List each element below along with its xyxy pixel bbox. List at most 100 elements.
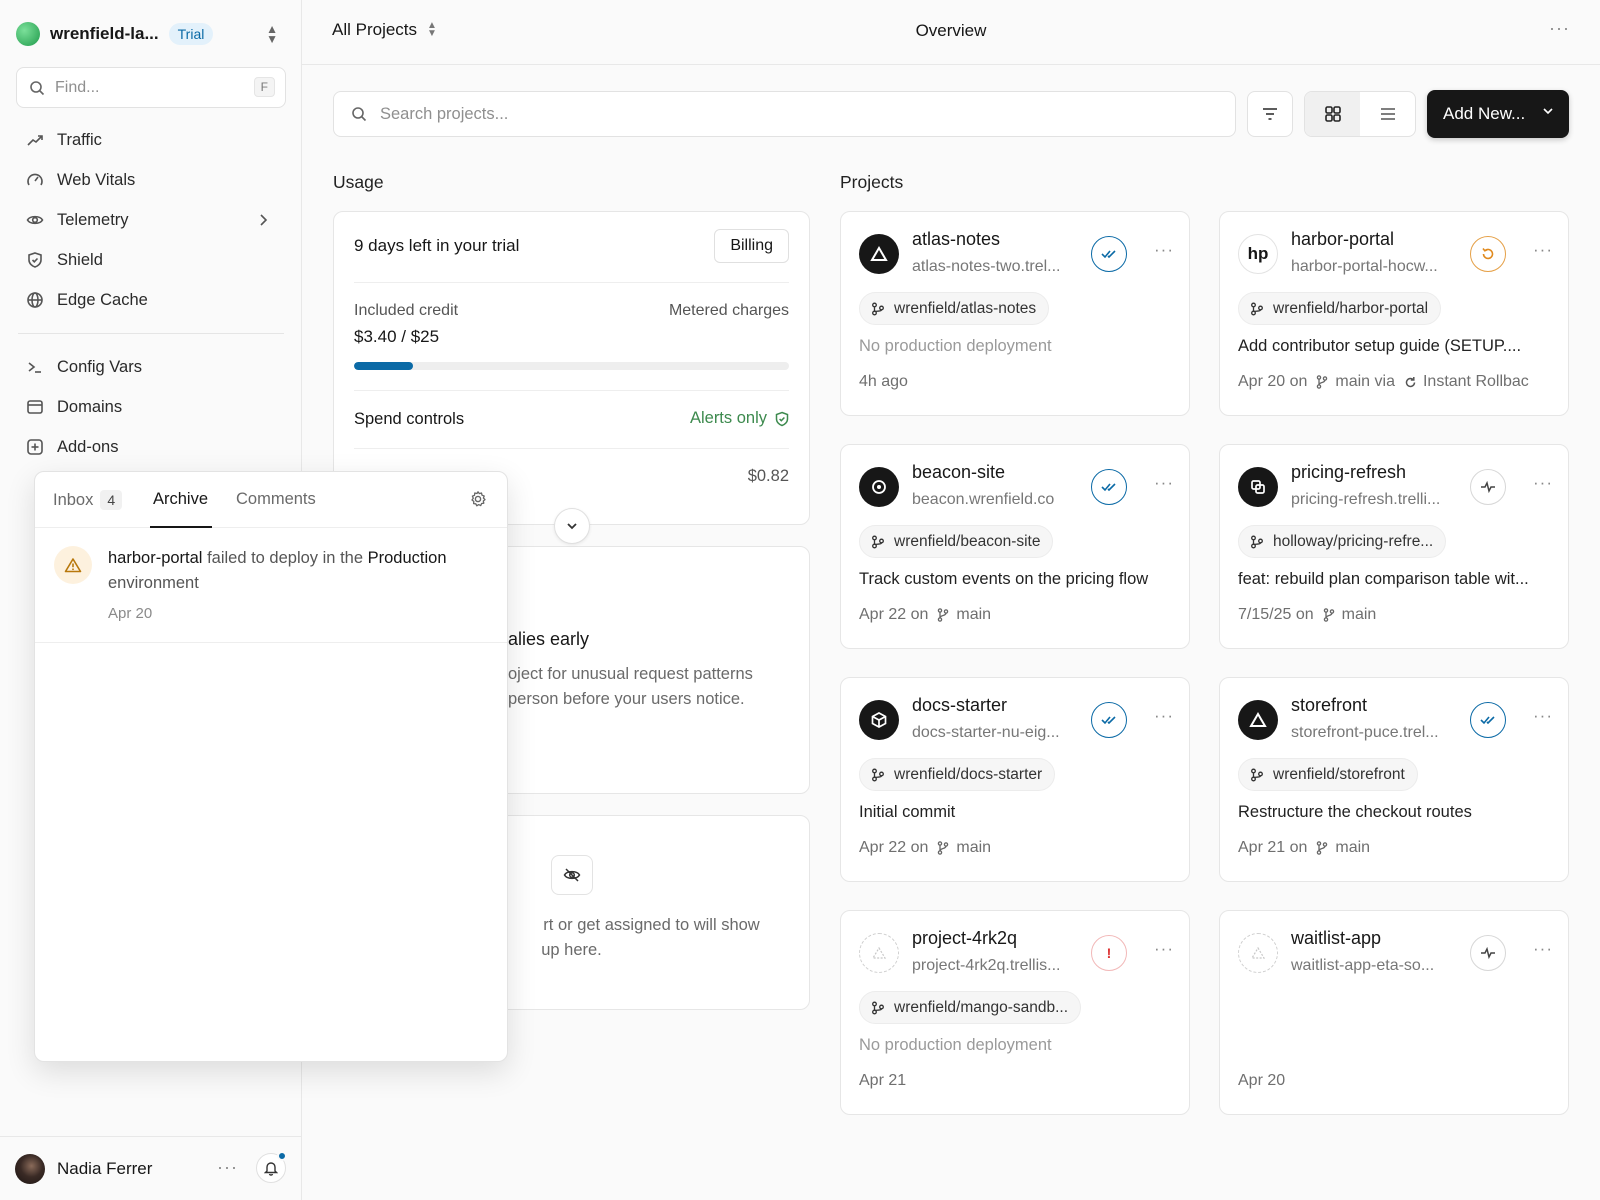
project-url[interactable]: beacon.wrenfield.co [912,491,1082,509]
more-icon[interactable]: ··· [1549,18,1570,39]
status-activity-icon[interactable] [1470,469,1506,505]
sidebar-item-label: Edge Cache [57,290,148,309]
project-name[interactable]: harbor-portal [1291,229,1394,250]
notifications-button[interactable] [256,1151,287,1183]
tab-comments[interactable]: Comments [236,490,316,509]
page-title: Overview [915,21,987,40]
deploy-date: Apr 22 on [859,839,929,856]
repo-link[interactable]: wrenfield/atlas-notes [859,292,1050,325]
metered-label: Metered charges [668,302,789,319]
sidebar-item-web-vitals[interactable]: Web Vitals [16,162,286,198]
grid-view-button[interactable] [1305,92,1360,136]
credit-progress-fill [354,362,414,370]
branch-icon [938,608,949,622]
plan-badge: Trial [168,23,214,45]
billing-button[interactable]: Billing [714,229,789,263]
project-name[interactable]: beacon-site [912,462,1005,483]
deploy-branch: main [956,606,992,623]
sidebar-item-label: Web Vitals [57,170,136,189]
project-card-beacon-site[interactable]: beacon-site beacon.wrenfield.co ··· wren… [840,444,1190,649]
deploy-date: 4h ago [859,373,908,390]
project-card-docs-starter[interactable]: docs-starter docs-starter-nu-eig... ··· … [840,677,1190,882]
project-card-atlas-notes[interactable]: atlas-notes atlas-notes-two.trel... ··· … [840,211,1190,416]
project-card-pricing-refresh[interactable]: pricing-refresh pricing-refresh.trelli..… [1219,444,1569,649]
gear-icon[interactable] [469,490,487,508]
status-activity-icon[interactable] [1470,935,1506,971]
repo-link[interactable]: wrenfield/storefront [1238,758,1418,791]
project-name[interactable]: storefront [1291,695,1367,716]
project-url[interactable]: harbor-portal-hocw... [1291,258,1461,276]
repo-link[interactable]: wrenfield/beacon-site [859,525,1054,558]
placeholder-logo-icon [1238,933,1278,973]
project-name[interactable]: docs-starter [912,695,1007,716]
git-branch-icon [1251,768,1263,781]
sidebar-item-shield[interactable]: Shield [16,242,286,278]
project-name[interactable]: project-4rk2q [912,928,1017,949]
more-icon[interactable]: ··· [1533,473,1553,493]
tab-inbox[interactable]: Inbox 4 [53,490,123,510]
expand-usage-button[interactable] [554,508,590,544]
status-error-icon[interactable]: ! [1091,935,1127,971]
commit-message: feat: rebuild plan comparison table wit.… [1238,570,1529,588]
more-icon[interactable]: ··· [1154,473,1174,493]
more-icon[interactable]: ··· [217,1157,238,1178]
more-icon[interactable]: ··· [1154,939,1174,959]
more-icon[interactable]: ··· [1154,240,1174,260]
project-name[interactable]: waitlist-app [1291,928,1381,949]
sidebar-item-edge-cache[interactable]: Edge Cache [16,282,286,318]
status-rollback-icon[interactable] [1470,236,1506,272]
notification-item[interactable]: harbor-portal failed to deploy in the Pr… [35,528,507,643]
sidebar-item-traffic[interactable]: Traffic [16,122,286,158]
status-ready-icon[interactable] [1091,469,1127,505]
more-icon[interactable]: ··· [1154,706,1174,726]
credit-progress [354,362,789,370]
deploy-meta: Apr 21 on main [1238,839,1553,857]
more-icon[interactable]: ··· [1533,240,1553,260]
notification-tabs: Inbox 4 Archive Comments [35,472,507,528]
tab-archive[interactable]: Archive [153,490,208,509]
filter-button[interactable] [1247,91,1293,137]
project-card-harbor-portal[interactable]: hp harbor-portal harbor-portal-hocw... ·… [1219,211,1569,416]
list-view-button[interactable] [1360,92,1415,136]
find-input[interactable]: Find... F [16,67,286,108]
project-card-waitlist-app[interactable]: waitlist-app waitlist-app-eta-so... ··· … [1219,910,1569,1115]
sidebar-item-add-ons[interactable]: Add-ons [16,429,286,465]
project-card-project-4rk2q[interactable]: project-4rk2q project-4rk2q.trellis... !… [840,910,1190,1115]
cube-logo-icon [859,700,899,740]
repo-link[interactable]: wrenfield/mango-sandb... [859,991,1082,1024]
sidebar-item-label: Domains [57,397,123,416]
project-card-storefront[interactable]: storefront storefront-puce.trel... ··· w… [1219,677,1569,882]
search-input[interactable] [380,104,1180,124]
sidebar-divider [18,333,284,334]
more-icon[interactable]: ··· [1533,939,1553,959]
repo-link[interactable]: holloway/pricing-refre... [1238,525,1447,558]
repo-link[interactable]: wrenfield/docs-starter [859,758,1056,791]
status-ready-icon[interactable] [1091,702,1127,738]
more-icon[interactable]: ··· [1533,706,1553,726]
sidebar-item-config-vars[interactable]: Config Vars [16,349,286,385]
add-new-button[interactable]: Add New... [1427,90,1569,138]
project-url[interactable]: waitlist-app-eta-so... [1291,957,1461,975]
repo-name: wrenfield/mango-sandb... [894,998,1069,1016]
notification-project: harbor-portal [108,549,203,567]
deploy-branch: main [1341,606,1377,623]
project-url[interactable]: project-4rk2q.trellis... [912,957,1082,975]
project-url[interactable]: atlas-notes-two.trel... [912,258,1082,276]
project-url[interactable]: storefront-puce.trel... [1291,724,1461,742]
spend-value: Alerts only [689,409,767,427]
deploy-meta: Apr 22 on main [859,606,1174,624]
project-url[interactable]: docs-starter-nu-eig... [912,724,1082,742]
team-switcher[interactable]: wrenfield-la... Trial ▲ ▼ [16,20,286,48]
sidebar-item-domains[interactable]: Domains [16,389,286,425]
project-name[interactable]: pricing-refresh [1291,462,1406,483]
status-ready-icon[interactable] [1091,236,1127,272]
shield-check-icon [775,411,789,426]
project-url[interactable]: pricing-refresh.trelli... [1291,491,1461,509]
avatar[interactable] [15,1153,45,1184]
spend-controls-link[interactable]: Alerts only [690,409,789,428]
status-ready-icon[interactable] [1470,702,1506,738]
project-name[interactable]: atlas-notes [912,229,1000,250]
repo-link[interactable]: wrenfield/harbor-portal [1238,292,1442,325]
list-icon [1380,108,1395,120]
sidebar-item-telemetry[interactable]: Telemetry [16,202,286,238]
